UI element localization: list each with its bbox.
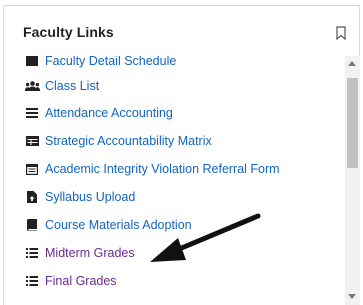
links-list: Faculty Detail Schedule Class List Atten… <box>17 56 343 305</box>
file-upload-icon <box>24 190 40 204</box>
list-item-midterm-grades[interactable]: Midterm Grades <box>17 243 135 263</box>
grid-table-icon <box>24 134 40 148</box>
table-icon <box>24 56 40 68</box>
book-icon <box>24 218 40 232</box>
list-item-class-list[interactable]: Class List <box>17 76 99 96</box>
link-strategic-accountability-matrix[interactable]: Strategic Accountability Matrix <box>45 134 212 148</box>
link-faculty-detail-schedule[interactable]: Faculty Detail Schedule <box>45 56 176 68</box>
list-item-course-materials-adoption[interactable]: Course Materials Adoption <box>17 215 192 235</box>
link-attendance-accounting[interactable]: Attendance Accounting <box>45 106 173 120</box>
link-syllabus-upload[interactable]: Syllabus Upload <box>45 190 135 204</box>
vertical-scrollbar[interactable] <box>345 56 360 305</box>
bullet-list-icon <box>24 274 40 288</box>
link-course-materials-adoption[interactable]: Course Materials Adoption <box>45 218 192 232</box>
list-item-syllabus-upload[interactable]: Syllabus Upload <box>17 187 135 207</box>
bookmark-icon[interactable] <box>336 26 346 40</box>
form-window-icon <box>24 162 40 176</box>
scroll-up-arrow-icon[interactable] <box>348 61 356 66</box>
link-academic-integrity-form[interactable]: Academic Integrity Violation Referral Fo… <box>45 162 280 176</box>
scroll-down-arrow-icon[interactable] <box>348 294 356 299</box>
list-lines-icon <box>24 106 40 120</box>
scroll-thumb[interactable] <box>347 78 358 168</box>
list-item-attendance-accounting[interactable]: Attendance Accounting <box>17 103 173 123</box>
list-item-strategic-accountability-matrix[interactable]: Strategic Accountability Matrix <box>17 131 212 151</box>
link-midterm-grades[interactable]: Midterm Grades <box>45 246 135 260</box>
link-class-list[interactable]: Class List <box>45 79 99 93</box>
bullet-list-icon <box>24 246 40 260</box>
people-icon <box>24 79 40 93</box>
faculty-links-panel: Faculty Links Faculty Detail Schedule Cl… <box>0 0 363 305</box>
list-item-final-grades[interactable]: Final Grades <box>17 271 117 291</box>
list-item-academic-integrity-form[interactable]: Academic Integrity Violation Referral Fo… <box>17 159 280 179</box>
list-item-faculty-detail-schedule[interactable]: Faculty Detail Schedule <box>17 56 176 71</box>
link-final-grades[interactable]: Final Grades <box>45 274 117 288</box>
panel-title: Faculty Links <box>23 24 114 40</box>
